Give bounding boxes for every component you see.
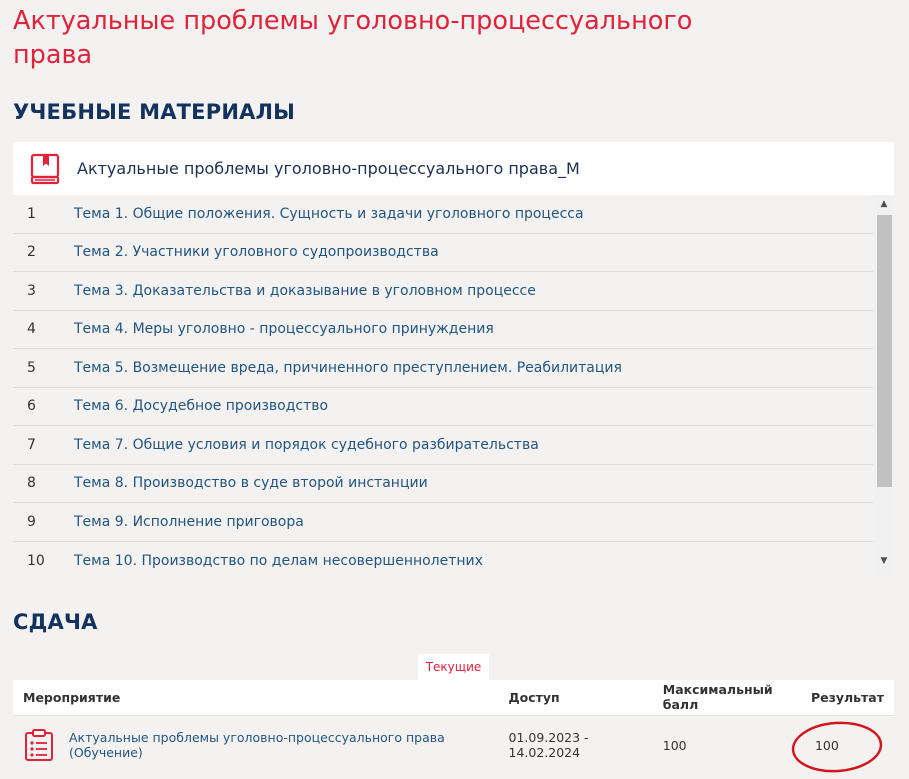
- topic-row[interactable]: 2 Тема 2. Участники уголовного судопроиз…: [13, 234, 873, 272]
- topic-row[interactable]: 7 Тема 7. Общие условия и порядок судебн…: [13, 426, 873, 465]
- result-cell: 100: [800, 715, 894, 775]
- topic-number: 9: [27, 513, 36, 530]
- event-cell: Актуальные проблемы уголовно-процессуаль…: [13, 715, 499, 775]
- topic-number: 1: [27, 205, 36, 222]
- access-cell: 01.09.2023 - 14.02.2024: [498, 715, 653, 775]
- table-row: Актуальные проблемы уголовно-процессуаль…: [13, 715, 894, 775]
- course-title: Актуальные проблемы уголовно-процессуаль…: [13, 6, 693, 70]
- topic-row[interactable]: 3 Тема 3. Доказательства и доказывание в…: [13, 272, 873, 311]
- topic-number: 8: [27, 475, 36, 492]
- scroll-thumb[interactable]: [877, 215, 892, 487]
- table-header-row: Мероприятие Доступ Максимальный балл Рез…: [13, 680, 894, 716]
- topics-list: 1 Тема 1. Общие положения. Сущность и за…: [13, 195, 873, 578]
- scroll-down-arrow-icon[interactable]: ▼: [874, 552, 894, 570]
- tab-current[interactable]: Текущие: [418, 654, 489, 680]
- topic-row[interactable]: 8 Тема 8. Производство в суде второй инс…: [13, 465, 873, 503]
- topics-list-box: 1 Тема 1. Общие положения. Сущность и за…: [13, 195, 894, 578]
- topic-number: 5: [27, 359, 36, 376]
- submission-section-title: СДАЧА: [13, 610, 98, 634]
- topic-number: 2: [27, 244, 36, 261]
- topic-row[interactable]: 5 Тема 5. Возмещение вреда, причиненного…: [13, 349, 873, 388]
- topic-link[interactable]: Тема 6. Досудебное производство: [74, 398, 328, 414]
- topic-row[interactable]: 9 Тема 9. Исполнение приговора: [13, 503, 873, 542]
- topic-row[interactable]: 1 Тема 1. Общие положения. Сущность и за…: [13, 195, 873, 234]
- material-name[interactable]: Актуальные проблемы уголовно-процессуаль…: [77, 159, 580, 178]
- topic-number: 3: [27, 282, 36, 299]
- event-link[interactable]: Актуальные проблемы уголовно-процессуаль…: [69, 730, 489, 760]
- topic-number: 7: [27, 436, 36, 453]
- book-icon: [30, 153, 60, 184]
- material-card[interactable]: Актуальные проблемы уголовно-процессуаль…: [13, 142, 894, 195]
- topic-row[interactable]: 4 Тема 4. Меры уголовно - процессуальног…: [13, 311, 873, 349]
- topic-number: 10: [27, 552, 45, 569]
- topic-number: 4: [27, 321, 36, 338]
- column-header-result: Результат: [800, 680, 894, 716]
- topic-link[interactable]: Тема 2. Участники уголовного судопроизво…: [74, 244, 439, 260]
- topic-link[interactable]: Тема 10. Производство по делам несоверше…: [74, 553, 483, 569]
- topic-row[interactable]: 10 Тема 10. Производство по делам несове…: [13, 542, 873, 579]
- topic-link[interactable]: Тема 7. Общие условия и порядок судебног…: [74, 437, 539, 453]
- topic-link[interactable]: Тема 5. Возмещение вреда, причиненного п…: [74, 360, 622, 376]
- topics-scrollbar[interactable]: ▲ ▼: [874, 195, 894, 578]
- topic-link[interactable]: Тема 3. Доказательства и доказывание в у…: [74, 283, 536, 299]
- scroll-up-arrow-icon[interactable]: ▲: [874, 195, 894, 213]
- column-header-max-score: Максимальный балл: [652, 680, 801, 716]
- topic-link[interactable]: Тема 4. Меры уголовно - процессуального …: [74, 321, 494, 337]
- events-table: Мероприятие Доступ Максимальный балл Рез…: [13, 680, 894, 775]
- topic-link[interactable]: Тема 1. Общие положения. Сущность и зада…: [74, 206, 584, 222]
- materials-section-title: УЧЕБНЫЕ МАТЕРИАЛЫ: [13, 100, 296, 124]
- clipboard-checklist-icon: [25, 729, 53, 762]
- max-score-cell: 100: [652, 715, 801, 775]
- topic-link[interactable]: Тема 8. Производство в суде второй инста…: [74, 475, 428, 491]
- column-header-access: Доступ: [498, 680, 653, 716]
- topic-number: 6: [27, 398, 36, 415]
- topic-row[interactable]: 6 Тема 6. Досудебное производство: [13, 388, 873, 426]
- topic-link[interactable]: Тема 9. Исполнение приговора: [74, 514, 304, 530]
- column-header-event: Мероприятие: [13, 680, 499, 716]
